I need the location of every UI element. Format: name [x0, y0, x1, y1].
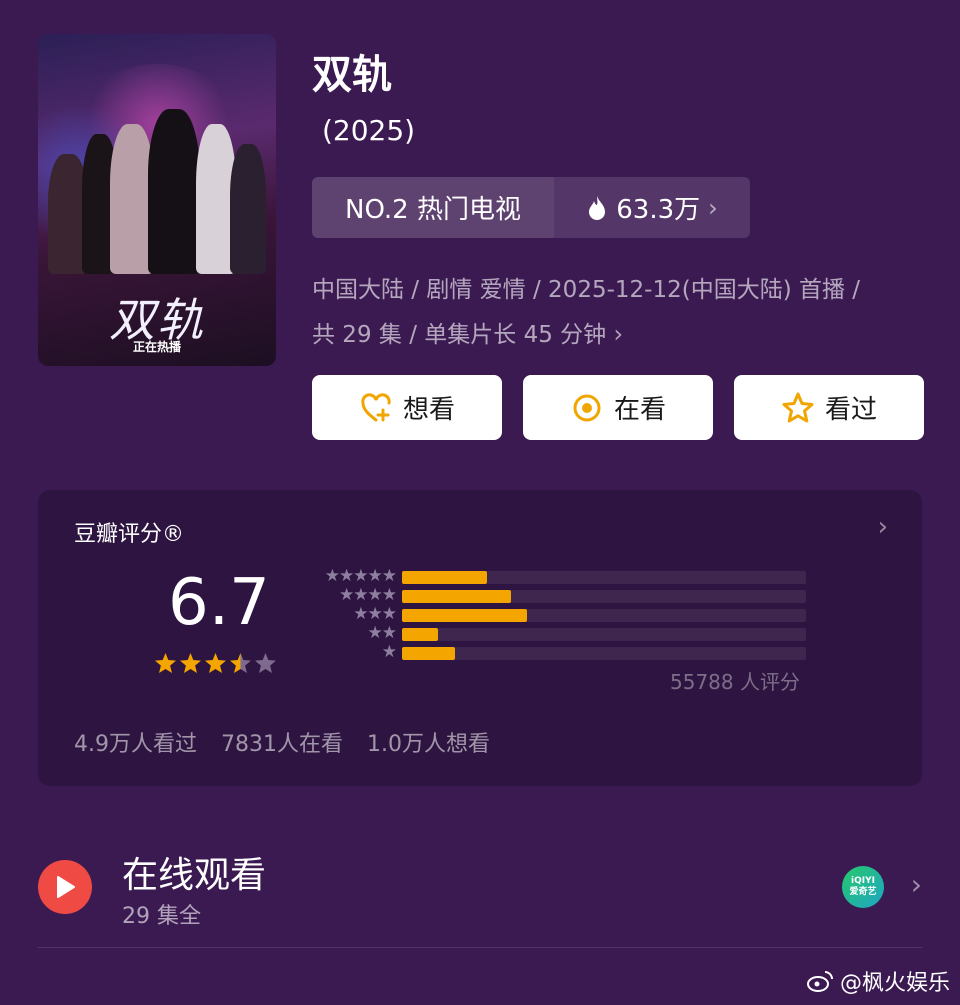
- heat-indicator: 63.3万 ›: [554, 189, 750, 226]
- distribution-star-label: ★★: [367, 623, 398, 643]
- rating-star-icon: [205, 653, 226, 673]
- want-label: 想看: [402, 395, 455, 425]
- chevron-right-icon: ›: [708, 193, 718, 222]
- distribution-row: ★★★★★: [306, 566, 806, 586]
- distribution-star-label: ★: [381, 642, 397, 662]
- rating-count: 55788 人评分: [670, 670, 800, 694]
- weibo-icon: [806, 971, 833, 992]
- want-count: 1.0万人想看: [367, 732, 490, 757]
- rating-star-icon: [255, 653, 276, 673]
- meta-line: 共 29 集 / 单集片长 45 分钟 ›: [312, 320, 624, 348]
- distribution-track: [402, 590, 806, 603]
- watching-button[interactable]: 在看: [523, 375, 713, 440]
- douban-rating-card[interactable]: 豆瓣评分® › 6.7 ★★★★★ ★★★★ ★★★ ★★ ★ 55788 人评分 4.…: [38, 490, 922, 786]
- show-meta[interactable]: 中国大陆 / 剧情 爱情 / 2025-12-12(中国大陆) 首播 / 共 2…: [312, 268, 932, 357]
- show-year: (2025): [322, 114, 416, 147]
- distribution-row: ★★★★: [306, 585, 806, 605]
- rating-star-icon: [180, 653, 201, 673]
- chevron-right-icon: ›: [613, 320, 624, 348]
- target-icon: [573, 394, 601, 421]
- poster-image[interactable]: 双轨 正在热播: [38, 34, 276, 366]
- watched-label: 看过: [824, 395, 877, 425]
- distribution-bar: [402, 609, 528, 622]
- divider: [38, 947, 922, 948]
- rating-source-label: 豆瓣评分®: [74, 522, 185, 547]
- distribution-row: ★★★: [306, 604, 806, 624]
- poster-cast-silhouettes: [48, 104, 266, 274]
- distribution-star-label: ★★★: [353, 604, 397, 624]
- rank-badge[interactable]: NO.2 热门电视 63.3万 ›: [312, 177, 750, 238]
- online-watch-row[interactable]: 在线观看 29 集全 iQIYI 爱奇艺 ›: [38, 830, 922, 946]
- watched-count: 4.9万人看过: [74, 732, 197, 757]
- distribution-track: [402, 609, 806, 622]
- iqiyi-logo: iQIYI 爱奇艺: [842, 866, 884, 908]
- chevron-right-icon: ›: [877, 512, 888, 542]
- chevron-right-icon: ›: [910, 868, 922, 901]
- rating-star-icon: [155, 653, 176, 673]
- distribution-bar: [402, 628, 439, 641]
- watching-label: 在看: [613, 395, 666, 425]
- distribution-row: ★★: [306, 623, 806, 643]
- show-title: 双轨: [312, 52, 392, 98]
- rating-score: 6.7: [168, 566, 270, 640]
- rank-label: NO.2 热门电视: [312, 177, 554, 238]
- episode-count: 29 集全: [122, 904, 201, 929]
- watermark: @枫火娱乐: [806, 965, 950, 997]
- rating-stars: [154, 652, 277, 675]
- want-button[interactable]: 想看: [312, 375, 502, 440]
- distribution-track: [402, 571, 806, 584]
- online-title: 在线观看: [122, 855, 267, 896]
- flame-icon: [589, 195, 606, 220]
- watched-button[interactable]: 看过: [734, 375, 924, 440]
- watching-count: 7831人在看: [221, 732, 343, 757]
- meta-line: 中国大陆 / 剧情 爱情 / 2025-12-12(中国大陆) 首播 /: [312, 277, 861, 303]
- heart-plus-icon: [361, 392, 391, 421]
- star-icon: [782, 392, 814, 422]
- distribution-track: [402, 628, 806, 641]
- distribution-bar: [402, 647, 455, 660]
- distribution-star-label: ★★★★★: [324, 566, 397, 586]
- distribution-row: ★: [306, 642, 806, 662]
- distribution-star-label: ★★★★: [339, 585, 397, 605]
- distribution-track: [402, 647, 806, 660]
- distribution-bar: [402, 590, 512, 603]
- rating-star-icon: [230, 653, 251, 673]
- heat-value: 63.3万: [616, 195, 701, 225]
- poster-subtitle: 正在热播: [132, 340, 181, 354]
- watch-stats: 4.9万人看过 7831人在看 1.0万人想看: [74, 726, 490, 758]
- distribution-bar: [402, 571, 487, 584]
- play-icon: [38, 860, 92, 914]
